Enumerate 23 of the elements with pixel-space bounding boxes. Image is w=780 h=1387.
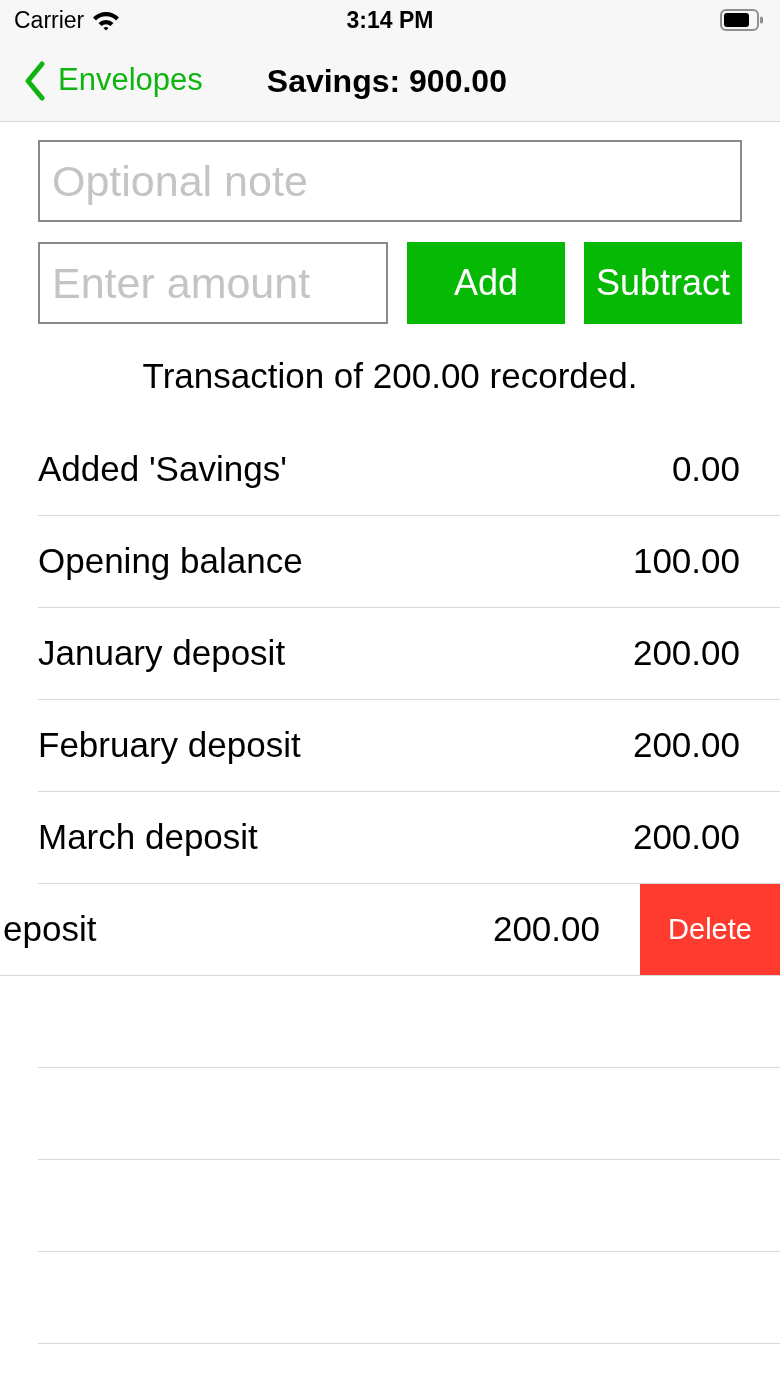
transaction-amount: 200.00 (632, 632, 740, 675)
transaction-row[interactable]: eposit 200.00 Delete (0, 884, 780, 976)
wifi-icon (92, 9, 121, 31)
carrier-label: Carrier (14, 5, 85, 35)
transaction-label: January deposit (38, 632, 286, 675)
transaction-label: eposit (3, 908, 97, 951)
nav-title: Savings: 900.00 (266, 61, 507, 101)
transaction-label: March deposit (38, 816, 258, 859)
transaction-amount: 100.00 (632, 540, 740, 583)
back-chevron-icon (24, 60, 46, 101)
transaction-label: Added 'Savings' (38, 448, 287, 491)
status-time: 3:14 PM (346, 5, 434, 35)
delete-button[interactable]: Delete (640, 884, 780, 975)
note-field[interactable]: Optional note (38, 140, 742, 222)
transaction-label: Opening balance (38, 540, 303, 583)
battery-icon (720, 9, 764, 31)
amount-field[interactable]: Enter amount (38, 242, 388, 324)
transaction-amount: 200.00 (492, 908, 600, 951)
transaction-amount: 200.00 (632, 816, 740, 859)
status-message: Transaction of 200.00 recorded. (142, 354, 638, 397)
transaction-amount: 200.00 (632, 724, 740, 767)
transaction-amount: 0.00 (671, 448, 740, 491)
transaction-label: February deposit (38, 724, 301, 767)
